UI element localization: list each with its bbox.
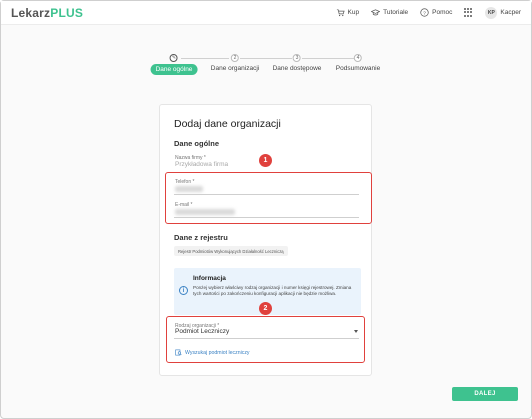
- graduation-cap-icon: [371, 9, 381, 16]
- step-number: 4: [353, 54, 362, 62]
- top-bar: LekarzPLUS Kup Tutoriale ? Pomoc KP Kacp…: [1, 1, 531, 25]
- registry-section-title: Dane z rejestru: [174, 233, 228, 242]
- annotation-badge-2: 2: [259, 302, 272, 315]
- tutorials-label: Tutoriale: [383, 9, 409, 16]
- step-label: Dane organizacji: [210, 65, 260, 72]
- step-label: Podsumowanie: [335, 65, 381, 72]
- page-title: Dodaj dane organizacji: [174, 118, 281, 130]
- help-link[interactable]: ? Pomoc: [420, 8, 452, 17]
- step-general[interactable]: ✎ Dane ogólne: [150, 54, 198, 75]
- buy-label: Kup: [347, 9, 360, 16]
- step-organization[interactable]: 2 Dane organizacji: [211, 54, 259, 72]
- info-text: Ponżej wybierz właściwy rodzaj organizac…: [193, 285, 352, 297]
- annotation-box-1: [165, 172, 372, 224]
- top-nav: Kup Tutoriale ? Pomoc KP Kacper: [336, 6, 521, 19]
- app-logo[interactable]: LekarzPLUS: [11, 6, 83, 20]
- step-label: Dane dostępowe: [272, 65, 322, 72]
- step-label: Dane ogólne: [150, 64, 198, 75]
- apps-grid-icon[interactable]: [464, 8, 473, 17]
- logo-text-part2: PLUS: [50, 5, 84, 20]
- step-access[interactable]: 3 Dane dostępowe: [272, 54, 322, 72]
- company-name-input[interactable]: Przykładowa firma: [175, 161, 228, 168]
- annotation-box-2: [166, 316, 365, 363]
- step-number: 2: [230, 54, 239, 62]
- info-title: Informacja: [193, 275, 226, 282]
- help-label: Pomoc: [432, 9, 453, 16]
- next-button[interactable]: DALEJ: [452, 387, 518, 401]
- svg-text:?: ?: [423, 10, 426, 16]
- general-section-title: Dane ogólne: [174, 139, 220, 148]
- annotation-badge-1: 1: [259, 154, 272, 167]
- help-circle-icon: ?: [420, 8, 429, 17]
- pencil-icon: ✎: [170, 54, 178, 62]
- tutorials-link[interactable]: Tutoriale: [371, 8, 408, 17]
- step-summary[interactable]: 4 Podsumowanie: [336, 54, 380, 72]
- logo-text-part1: Lekarz: [11, 5, 51, 20]
- user-name: Kacper: [500, 9, 521, 16]
- wizard-stepper: ✎ Dane ogólne 2 Dane organizacji 3 Dane …: [0, 54, 532, 78]
- buy-link[interactable]: Kup: [336, 8, 360, 17]
- user-menu[interactable]: KP Kacper: [485, 6, 521, 19]
- registry-chip[interactable]: Rejestr Podmiotów Wykonujących Działalno…: [174, 246, 288, 256]
- cart-icon: [336, 9, 345, 17]
- info-icon: i: [179, 286, 188, 295]
- avatar: KP: [485, 6, 498, 19]
- step-number: 3: [292, 54, 301, 62]
